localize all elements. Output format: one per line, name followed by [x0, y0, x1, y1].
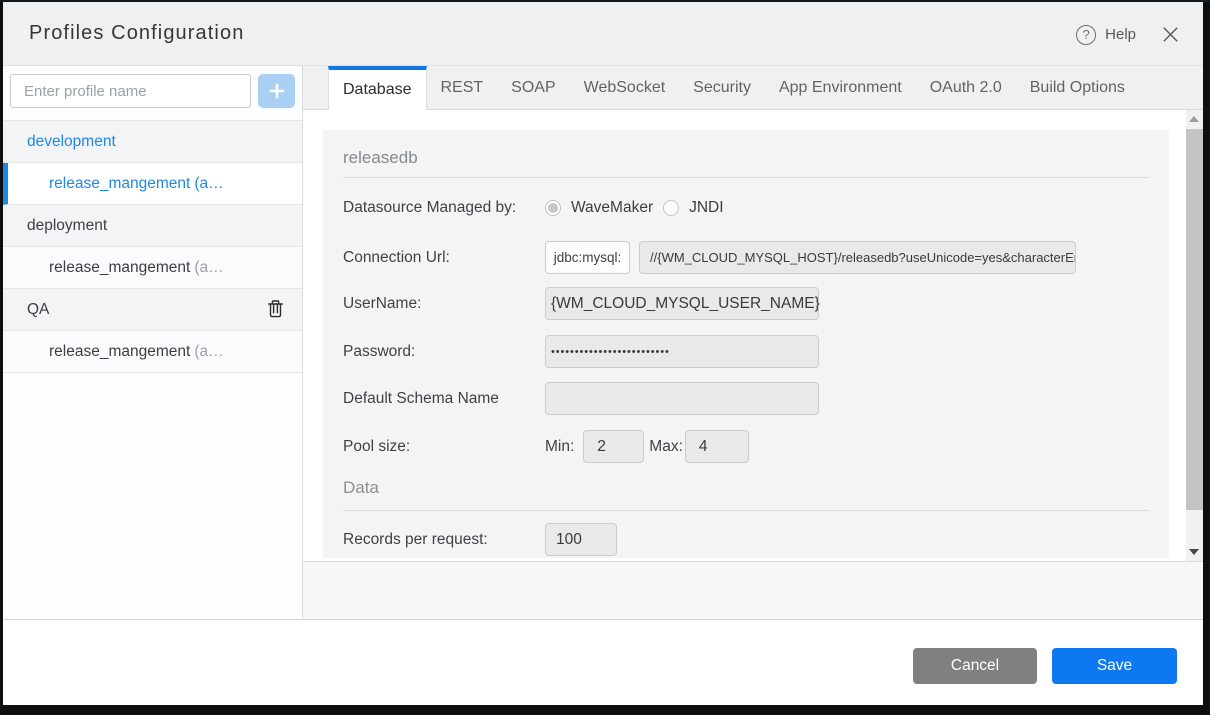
username-input[interactable]: {WM_CLOUD_MYSQL_USER_NAME} — [545, 287, 819, 320]
pool-min-input[interactable]: 2 — [583, 430, 644, 463]
vertical-scrollbar[interactable] — [1186, 110, 1203, 561]
dialog-title: Profiles Configuration — [29, 22, 244, 45]
scroll-down-icon[interactable] — [1189, 549, 1199, 555]
radio-jndi[interactable] — [663, 200, 679, 216]
help-button[interactable]: ? Help — [1076, 25, 1136, 45]
pool-size-control: Min: 2 Max: 4 — [545, 430, 749, 463]
password-row: Password: ••••••••••••••••••••••••• — [343, 329, 1149, 374]
password-input[interactable]: ••••••••••••••••••••••••• — [545, 335, 819, 368]
schema-row: Default Schema Name — [343, 374, 1149, 423]
tab-app-environment[interactable]: App Environment — [765, 66, 916, 109]
tab-oauth[interactable]: OAuth 2.0 — [916, 66, 1016, 109]
pool-max-input[interactable]: 4 — [685, 430, 749, 463]
tabs-bar: Database REST SOAP WebSocket Security Ap… — [303, 66, 1203, 110]
tab-build-options[interactable]: Build Options — [1016, 66, 1139, 109]
cancel-button[interactable]: Cancel — [913, 648, 1037, 684]
min-label: Min: — [545, 438, 574, 456]
database-form-card: releasedb Datasource Managed by: WaveMak… — [323, 130, 1169, 558]
panel-lower-strip — [303, 562, 1203, 619]
database-name-heading: releasedb — [343, 130, 1149, 177]
profile-list: development release_mangement(a… deploym… — [3, 121, 302, 373]
save-button[interactable]: Save — [1052, 648, 1177, 684]
close-icon[interactable] — [1163, 27, 1178, 42]
app-backdrop: Profiles Configuration ? Help — [0, 0, 1210, 715]
connection-url-prefix: jdbc:mysql: — [545, 241, 630, 274]
profile-item-release-mangement-qa[interactable]: release_mangement(a… — [3, 331, 302, 373]
profile-item-release-mangement-dev[interactable]: release_mangement(a… — [3, 163, 302, 205]
datasource-radio-group: WaveMaker JNDI — [545, 199, 724, 217]
profile-search-input[interactable] — [10, 74, 251, 108]
database-tab-panel: releasedb Datasource Managed by: WaveMak… — [303, 110, 1203, 562]
connection-url-control: jdbc:mysql: //{WM_CLOUD_MYSQL_HOST}/rele… — [545, 241, 1076, 274]
connection-url-input[interactable]: //{WM_CLOUD_MYSQL_HOST}/releasedb?useUni… — [639, 241, 1076, 274]
profile-group-qa[interactable]: QA — [3, 289, 302, 331]
header-actions: ? Help — [1076, 25, 1203, 45]
profile-search-row — [3, 66, 302, 121]
pool-size-row: Pool size: Min: 2 Max: 4 — [343, 423, 1149, 470]
tab-soap[interactable]: SOAP — [497, 66, 569, 109]
tab-rest[interactable]: REST — [427, 66, 498, 109]
profile-item-release-mangement-deploy[interactable]: release_mangement(a… — [3, 247, 302, 289]
help-icon: ? — [1076, 25, 1096, 45]
max-label: Max: — [649, 438, 683, 456]
scroll-up-icon[interactable] — [1189, 116, 1199, 122]
scrollbar-thumb[interactable] — [1186, 129, 1203, 510]
schema-input[interactable] — [545, 382, 819, 415]
plus-icon — [269, 83, 285, 99]
main-panel: Database REST SOAP WebSocket Security Ap… — [303, 66, 1203, 619]
profile-group-deployment[interactable]: deployment — [3, 205, 302, 247]
dialog-body: development release_mangement(a… deploym… — [3, 66, 1203, 619]
username-row: UserName: {WM_CLOUD_MYSQL_USER_NAME} — [343, 278, 1149, 329]
radio-wavemaker[interactable] — [545, 200, 561, 216]
delete-profile-icon[interactable] — [267, 300, 284, 318]
records-per-request-input[interactable]: 100 — [545, 523, 617, 556]
form-card-inner: releasedb Datasource Managed by: WaveMak… — [323, 130, 1169, 560]
datasource-row: Datasource Managed by: WaveMaker JNDI — [343, 178, 1149, 237]
add-profile-button[interactable] — [258, 74, 295, 108]
profile-group-development[interactable]: development — [3, 121, 302, 163]
tab-websocket[interactable]: WebSocket — [570, 66, 680, 109]
profiles-sidebar: development release_mangement(a… deploym… — [3, 66, 303, 619]
profiles-configuration-dialog: Profiles Configuration ? Help — [3, 2, 1203, 705]
help-label: Help — [1105, 26, 1136, 43]
connection-url-row: Connection Url: jdbc:mysql: //{WM_CLOUD_… — [343, 237, 1149, 278]
data-section-heading: Data — [343, 470, 1149, 510]
dialog-footer: Cancel Save — [3, 619, 1203, 705]
dialog-header: Profiles Configuration ? Help — [3, 2, 1203, 66]
tab-security[interactable]: Security — [679, 66, 765, 109]
records-row: Records per request: 100 — [343, 511, 1149, 560]
tab-database[interactable]: Database — [328, 66, 427, 110]
